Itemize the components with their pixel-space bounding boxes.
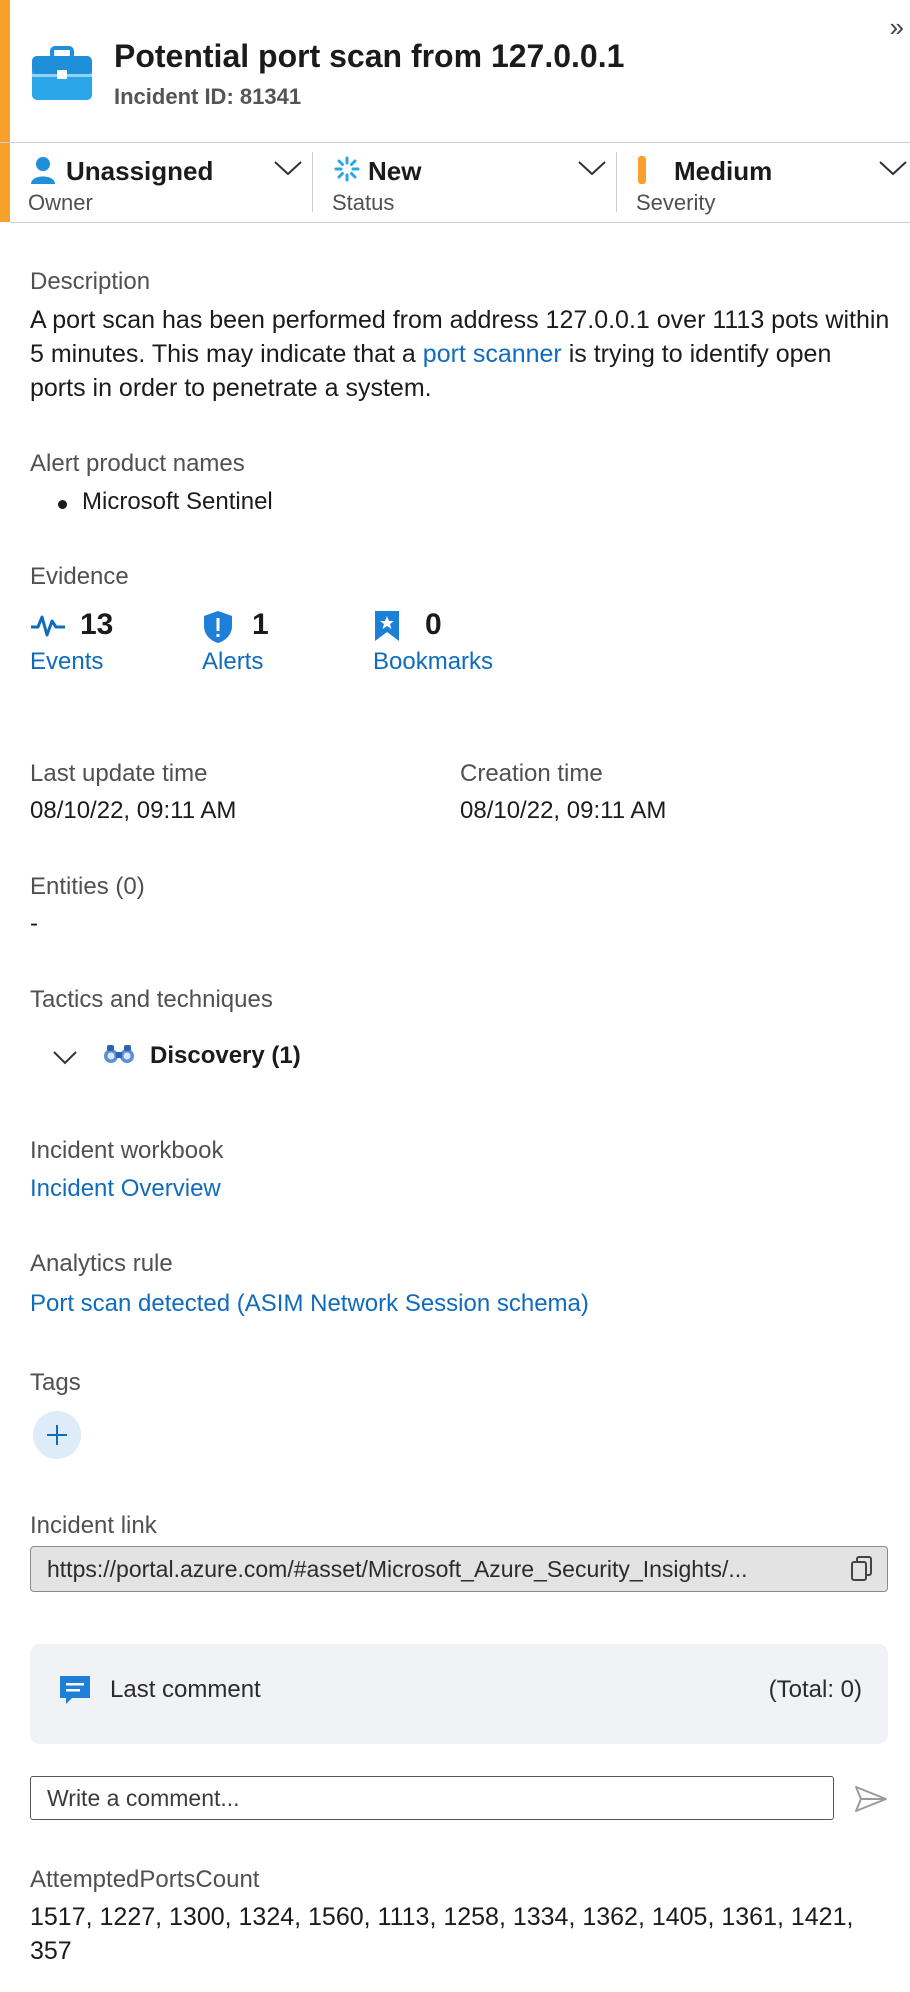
person-icon [31,157,55,184]
status-label: Status [332,190,395,215]
severity-label: Severity [636,190,716,215]
chevron-down-icon [274,161,302,176]
severity-dropdown[interactable]: Medium Severity [636,142,910,222]
incident-link-field[interactable]: https://portal.azure.com/#asset/Microsof… [30,1546,888,1592]
evidence-events[interactable]: 13 Events [30,606,150,686]
bookmark-icon [375,611,399,641]
evidence-alerts[interactable]: 1 Alerts [202,606,322,686]
chevron-down-icon [578,161,606,176]
bullet [58,500,67,509]
alerts-count: 1 [252,608,269,641]
owner-dropdown[interactable]: Unassigned Owner [28,142,313,222]
incident-id: Incident ID: 81341 [114,84,302,109]
plus-icon [47,1425,67,1445]
alert-product-item: Microsoft Sentinel [82,488,273,515]
expand-panel-icon[interactable]: » [890,14,904,40]
activity-icon [31,615,65,637]
tactic-discovery[interactable]: Discovery (1) [48,1038,348,1078]
status-value: New [368,156,422,186]
divider [616,152,617,212]
comment-input[interactable] [30,1776,834,1820]
incident-link-url: https://portal.azure.com/#asset/Microsof… [47,1556,748,1582]
bookmarks-label: Bookmarks [373,648,494,675]
alerts-label: Alerts [202,648,264,675]
status-dropdown[interactable]: New Status [332,142,617,222]
incident-link-label: Incident link [30,1512,157,1539]
spinner-icon [334,156,360,182]
briefcase-icon [32,46,92,100]
tags-label: Tags [30,1369,81,1396]
owner-value: Unassigned [66,156,214,186]
last-update-label: Last update time [30,760,208,787]
add-tag-button[interactable] [33,1411,81,1459]
evidence-label: Evidence [30,563,129,590]
description-label: Description [30,268,151,295]
analytics-rule-label: Analytics rule [30,1250,173,1277]
severity-value: Medium [674,156,773,186]
shield-alert-icon [204,611,232,643]
incident-overview-link[interactable]: Incident Overview [30,1175,221,1203]
send-icon[interactable] [854,1784,888,1814]
binoculars-icon [104,1045,134,1063]
tactics-label: Tactics and techniques [30,986,273,1013]
description-text: A port scan has been performed from addr… [30,303,890,405]
analytics-rule-link[interactable]: Port scan detected (ASIM Network Session… [30,1290,589,1318]
alert-products-label: Alert product names [30,450,245,477]
incident-header: Potential port scan from 127.0.0.1 Incid… [0,0,910,143]
bookmarks-count: 0 [425,608,442,641]
attempted-ports-value: 1517, 1227, 1300, 1324, 1560, 1113, 1258… [30,1903,854,1965]
creation-time-value: 08/10/22, 09:11 AM [460,797,667,824]
entities-label: Entities (0) [30,873,145,900]
attempted-ports-label: AttemptedPortsCount [30,1866,260,1893]
events-label: Events [30,648,104,675]
events-count: 13 [80,608,114,641]
divider [312,152,313,212]
tactic-name: Discovery (1) [150,1042,301,1069]
evidence-bookmarks[interactable]: 0 Bookmarks [373,606,533,686]
comment-icon [60,1676,90,1704]
incident-title: Potential port scan from 127.0.0.1 [114,38,625,74]
chevron-down-icon [53,1051,77,1065]
entities-value: - [30,910,38,937]
port-scanner-link[interactable]: port scanner [423,340,562,368]
copy-icon[interactable] [849,1555,875,1583]
creation-time-label: Creation time [460,760,603,787]
owner-label: Owner [28,190,93,215]
last-comment-label: Last comment [110,1676,261,1703]
severity-indicator [638,156,646,184]
workbook-label: Incident workbook [30,1137,224,1164]
comment-total: (Total: 0) [768,1676,862,1703]
last-update-value: 08/10/22, 09:11 AM [30,797,237,824]
chevron-down-icon [879,161,907,176]
incident-selectors: Unassigned Owner New Status Medium Sever… [10,142,910,223]
last-comment-panel: Last comment (Total: 0) [30,1644,888,1744]
